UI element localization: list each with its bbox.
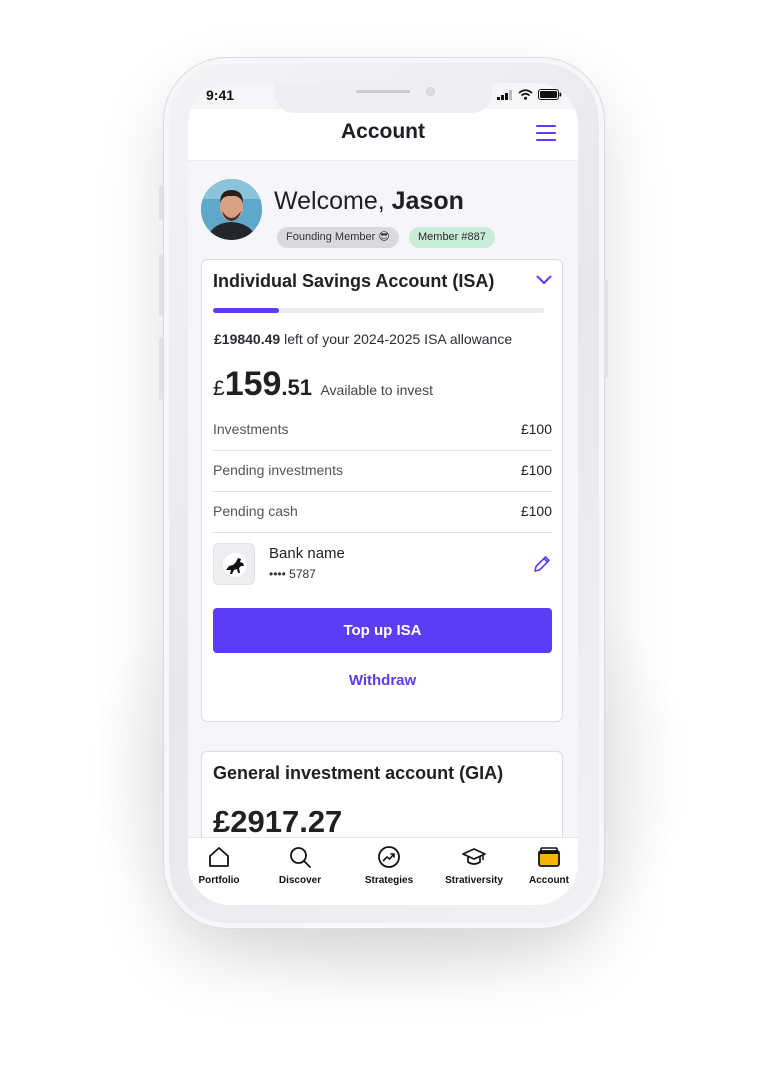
- tab-label: Account: [529, 875, 569, 886]
- isa-allowance-progress: [213, 308, 544, 313]
- account-content[interactable]: Welcome, Jason Founding Member 😎 Member …: [188, 161, 578, 837]
- tab-strativersity[interactable]: Strativersity: [435, 844, 513, 886]
- tab-strategies[interactable]: Strategies: [350, 844, 428, 886]
- row-label: Pending investments: [213, 462, 343, 478]
- chevron-down-icon[interactable]: [536, 275, 552, 285]
- isa-allowance-text: £19840.49 left of your 2024-2025 ISA all…: [214, 331, 512, 347]
- isa-row-pending-investments: Pending investments £100: [213, 451, 552, 492]
- available-decimal: .51: [281, 375, 313, 400]
- status-time: 9:41: [206, 87, 235, 103]
- isa-row-investments: Investments £100: [213, 410, 552, 451]
- isa-allowance-progress-fill: [213, 308, 280, 313]
- row-value: £100: [520, 503, 552, 519]
- home-icon: [209, 847, 229, 867]
- horse-icon: [223, 553, 247, 577]
- phone-screen: 9:41 Account Welcome, Jason Founding Mem…: [188, 83, 578, 905]
- welcome-greeting: Welcome, Jason: [274, 187, 464, 216]
- isa-row-pending-cash: Pending cash £100: [213, 492, 552, 533]
- app-bar: Account: [188, 109, 578, 161]
- tab-label: Strativersity: [445, 875, 503, 886]
- user-name: Jason: [391, 187, 464, 215]
- tab-discover[interactable]: Discover: [261, 844, 339, 886]
- welcome-label: Welcome,: [274, 187, 392, 215]
- tab-account[interactable]: Account: [510, 844, 578, 886]
- trending-up-icon: [378, 846, 400, 868]
- withdraw-button[interactable]: Withdraw: [213, 672, 552, 700]
- avatar: [201, 179, 262, 240]
- tab-label: Discover: [278, 875, 322, 886]
- tab-portfolio[interactable]: Portfolio: [188, 844, 258, 886]
- battery-icon: [538, 89, 562, 100]
- linked-bank: Bank name •••• 5787: [213, 542, 552, 588]
- status-icons: [497, 89, 562, 100]
- welcome-section: Welcome, Jason Founding Member 😎 Member …: [201, 179, 565, 249]
- page-title: Account: [341, 120, 425, 143]
- bank-account-number: •••• 5787: [269, 567, 316, 581]
- available-whole: 159: [224, 365, 282, 403]
- bank-logo: [213, 543, 255, 585]
- graduation-cap-icon: [462, 848, 486, 865]
- row-label: Investments: [213, 421, 289, 437]
- wifi-icon: [518, 89, 533, 100]
- member-number-badge: Member #887: [409, 227, 495, 248]
- gia-value: £2917.27: [213, 804, 343, 837]
- gia-card[interactable]: General investment account (GIA) £2917.2…: [201, 751, 563, 837]
- isa-allowance-amount: £19840.49: [214, 331, 281, 347]
- volume-up-button: [159, 254, 163, 316]
- mockup-scene: 9:41 Account Welcome, Jason Founding Mem…: [0, 0, 759, 1087]
- isa-title: Individual Savings Account (ISA): [213, 271, 495, 291]
- available-to-invest: £159.51 Available to invest: [213, 365, 433, 404]
- volume-down-button: [159, 338, 163, 400]
- notch: [274, 83, 492, 113]
- search-icon: [290, 847, 311, 868]
- speaker-grille: [356, 90, 410, 93]
- available-currency: £: [213, 377, 225, 400]
- row-value: £100: [520, 421, 552, 437]
- founding-member-badge: Founding Member 😎: [277, 227, 399, 248]
- power-button: [604, 280, 608, 378]
- tab-label: Portfolio: [198, 875, 240, 886]
- wallet-icon: [538, 847, 560, 867]
- isa-card: Individual Savings Account (ISA) £19840.…: [201, 259, 563, 722]
- signal-icon: [497, 89, 512, 100]
- gia-title: General investment account (GIA): [213, 763, 504, 783]
- pencil-icon[interactable]: [532, 554, 552, 574]
- top-up-isa-button[interactable]: Top up ISA: [213, 608, 552, 653]
- row-label: Pending cash: [213, 503, 298, 519]
- mute-switch: [159, 186, 163, 220]
- hamburger-menu-icon[interactable]: [536, 125, 556, 143]
- row-value: £100: [520, 462, 552, 478]
- tab-label: Strategies: [364, 875, 414, 886]
- available-label: Available to invest: [320, 382, 434, 398]
- bank-name: Bank name: [269, 545, 345, 562]
- front-camera: [426, 87, 435, 96]
- isa-allowance-label: left of your 2024-2025 ISA allowance: [280, 331, 513, 347]
- bottom-tab-bar: Portfolio Discover Strategies Strativers…: [188, 837, 578, 905]
